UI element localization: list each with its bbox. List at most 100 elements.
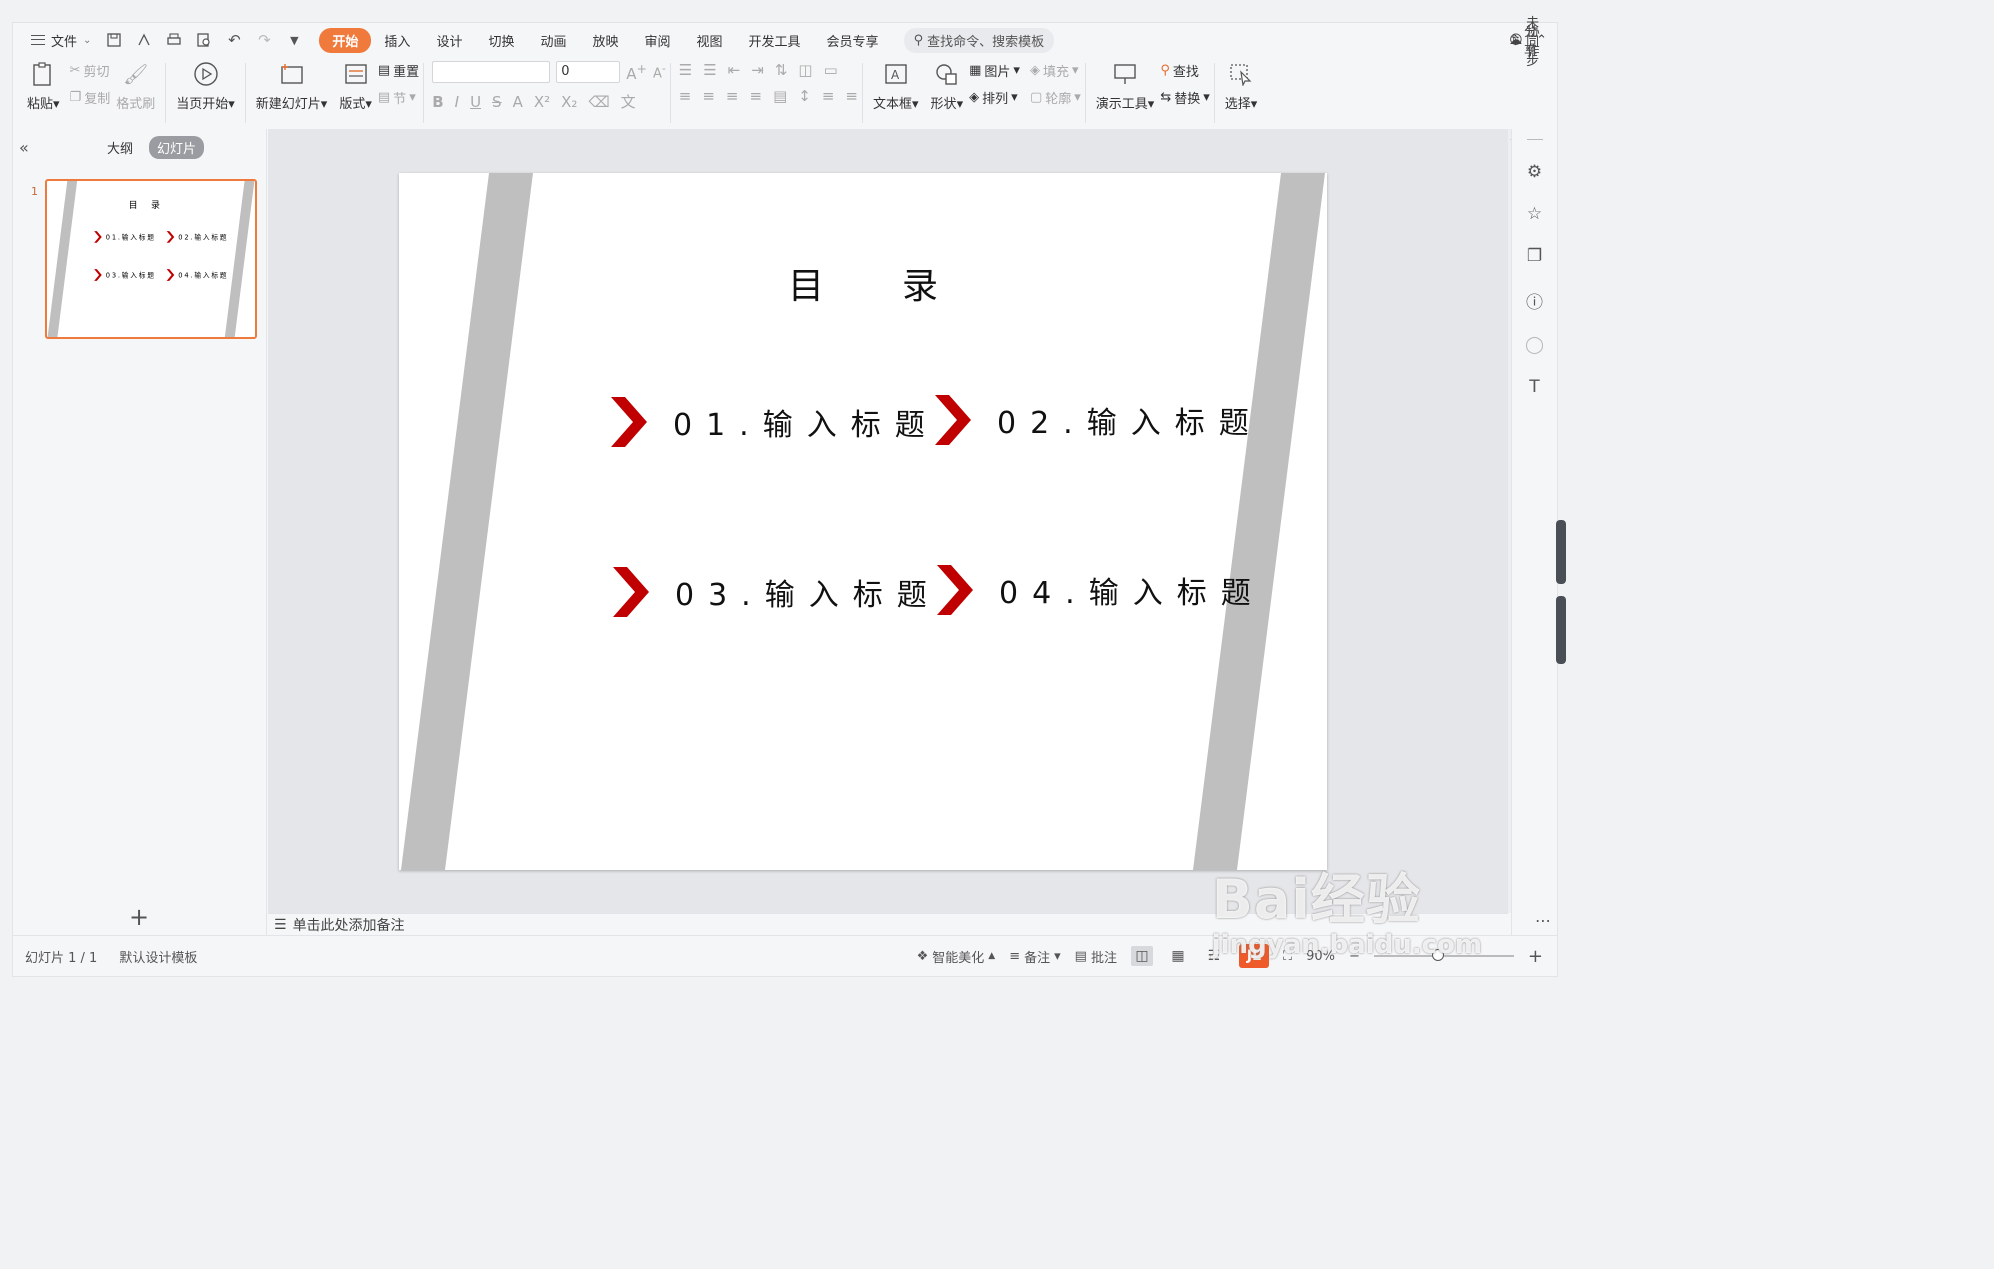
star-icon[interactable]: ☆ xyxy=(1527,204,1542,224)
increase-indent-icon[interactable]: ⇥ xyxy=(751,61,764,79)
bold-icon[interactable]: B xyxy=(432,93,443,111)
toc-item-4[interactable]: 04.输入标题 xyxy=(935,565,1265,615)
toc-item-label: 02.输入标题 xyxy=(997,406,1263,441)
normal-view-icon[interactable]: ◫ xyxy=(1130,946,1153,966)
numbered-list-icon[interactable]: ☰ xyxy=(703,61,716,79)
paste-button[interactable]: 粘贴▾ xyxy=(21,57,66,129)
print-icon[interactable] xyxy=(161,27,187,53)
tab-developer[interactable]: 开发工具 xyxy=(736,28,814,53)
vertical-align-icon[interactable]: ≡ xyxy=(845,87,858,105)
template-name[interactable]: 默认设计模板 xyxy=(119,947,197,966)
tab-member[interactable]: 会员专享 xyxy=(814,28,892,53)
layout-icon xyxy=(341,59,371,89)
tab-slides[interactable]: 幻灯片 xyxy=(149,135,205,159)
collapse-panel-icon[interactable]: « xyxy=(19,138,43,157)
align-center-icon[interactable]: ≡ xyxy=(702,87,715,105)
superscript-icon[interactable]: X² xyxy=(534,93,550,111)
copy-icon: ❐ xyxy=(69,90,82,105)
more-icon[interactable]: ⋯ xyxy=(1535,911,1551,930)
distribute-icon[interactable]: ▤ xyxy=(773,87,787,105)
columns-icon[interactable]: ◫ xyxy=(798,61,812,79)
presenter-tools-button[interactable]: 演示工具▾ xyxy=(1090,57,1161,129)
italic-icon[interactable]: I xyxy=(455,93,459,111)
justify-icon[interactable]: ≡ xyxy=(750,87,763,105)
edge-tab-1[interactable] xyxy=(1556,520,1566,584)
slide-thumbnail[interactable]: 目录 01.输入标题 02.输入标题 03.输入标题 04.输入标题 xyxy=(45,179,257,339)
eraser-icon[interactable]: ⌫ xyxy=(588,93,609,111)
redo-icon[interactable]: ↷ xyxy=(251,27,277,53)
tab-view[interactable]: 视图 xyxy=(684,28,736,53)
customize-toolbar-icon[interactable]: ▼ xyxy=(281,27,307,53)
reset-button[interactable]: ▤ 重置 xyxy=(378,61,419,80)
command-search[interactable]: ⚲ 查找命令、搜索模板 xyxy=(903,27,1055,53)
text-direction-icon[interactable]: ⇅ xyxy=(775,61,788,79)
export-pdf-icon[interactable] xyxy=(131,27,157,53)
toc-item-1[interactable]: 01.输入标题 xyxy=(609,397,939,447)
phonetic-icon[interactable]: 文 xyxy=(621,91,636,112)
slide-switch-icon[interactable]: ❐ xyxy=(1527,246,1542,266)
cut-button[interactable]: ✂ 剪切 xyxy=(70,61,111,80)
edge-tab-2[interactable] xyxy=(1556,596,1566,664)
replace-button[interactable]: ⇆ 替换 ▾ xyxy=(1160,88,1209,107)
comments-button[interactable]: ▤ 批注 xyxy=(1075,947,1117,966)
slide-editor[interactable]: 目录 01.输入标题 02.输入标题 03.输入标题 04.输入标题 xyxy=(399,173,1327,870)
find-button[interactable]: ⚲ 查找 xyxy=(1160,61,1209,80)
slide-title[interactable]: 目录 xyxy=(399,257,1327,309)
notes-toggle-button[interactable]: ≡ 备注 ▾ xyxy=(1009,947,1060,966)
arrange-button[interactable]: ◈ 排列 ▾ xyxy=(969,88,1020,107)
strikethrough-icon[interactable]: S xyxy=(492,93,502,111)
tab-insert[interactable]: 插入 xyxy=(371,28,423,53)
fill-button[interactable]: ◈ 填充 ▾ xyxy=(1030,61,1081,80)
format-painter-button[interactable]: 🖌 格式刷 xyxy=(110,57,161,129)
copy-button[interactable]: ❐ 复制 xyxy=(70,88,111,107)
align-right-icon[interactable]: ≡ xyxy=(726,87,739,105)
picture-button[interactable]: ▦ 图片 ▾ xyxy=(969,61,1020,80)
grid-view-icon[interactable]: ▦ xyxy=(1167,946,1189,966)
tab-slideshow[interactable]: 放映 xyxy=(579,28,631,53)
section-button[interactable]: ▤ 节 ▾ xyxy=(378,88,419,107)
undo-icon[interactable]: ↶ xyxy=(221,27,247,53)
toc-item-3[interactable]: 03.输入标题 xyxy=(611,567,941,617)
layout-button[interactable]: 版式▾ xyxy=(333,57,378,129)
align-left-icon[interactable]: ≡ xyxy=(679,87,692,105)
share-button[interactable]: ⇧ 分享 xyxy=(1509,21,1547,59)
decrease-indent-icon[interactable]: ⇤ xyxy=(728,61,741,79)
help-icon[interactable]: ⓘ xyxy=(1526,288,1543,313)
tab-outline[interactable]: 大纲 xyxy=(99,136,141,159)
tab-design[interactable]: 设计 xyxy=(423,28,475,53)
increase-font-icon[interactable]: A+ xyxy=(626,61,647,83)
toc-item-2[interactable]: 02.输入标题 xyxy=(933,395,1263,445)
zoom-in-button[interactable]: + xyxy=(1528,946,1543,967)
font-size-select[interactable]: 0 xyxy=(556,61,621,83)
print-preview-icon[interactable] xyxy=(191,27,217,53)
select-button[interactable]: 选择▾ xyxy=(1219,57,1264,129)
save-icon[interactable] xyxy=(101,27,127,53)
line-spacing-icon[interactable]: ↕ xyxy=(798,87,811,105)
tab-review[interactable]: 审阅 xyxy=(632,28,684,53)
tab-transition[interactable]: 切换 xyxy=(475,28,527,53)
properties-icon[interactable]: ⚙ xyxy=(1527,162,1542,182)
bullet-list-icon[interactable]: ☰ xyxy=(679,61,692,79)
shape-button[interactable]: 形状▾ xyxy=(925,57,970,129)
paragraph-spacing-icon[interactable]: ≡ xyxy=(822,87,835,105)
file-menu[interactable]: 文件 ⌄ xyxy=(25,27,97,54)
smart-beautify-button[interactable]: ❖ 智能美化 ▲ xyxy=(917,947,996,966)
font-family-select[interactable] xyxy=(432,61,551,83)
from-current-slide-button[interactable]: 当页开始▾ xyxy=(170,57,241,129)
add-slide-button[interactable]: + xyxy=(129,903,149,931)
lightbulb-icon[interactable]: ◯ xyxy=(1525,335,1544,355)
font-color-icon[interactable]: A xyxy=(513,93,523,111)
tab-animation[interactable]: 动画 xyxy=(527,28,579,53)
chevron-right-icon xyxy=(613,567,649,617)
new-slide-button[interactable]: 新建幻灯片▾ xyxy=(250,57,334,129)
outline-button[interactable]: ▢ 轮廓 ▾ xyxy=(1030,88,1081,107)
cube-icon: ❖ xyxy=(916,948,929,964)
text-tool-icon[interactable]: T xyxy=(1529,377,1539,397)
slide-number: 1 xyxy=(31,185,38,198)
text-fit-icon[interactable]: ▭ xyxy=(824,61,838,79)
subscript-icon[interactable]: X₂ xyxy=(561,93,577,111)
tab-home[interactable]: 开始 xyxy=(319,27,372,53)
decrease-font-icon[interactable]: A- xyxy=(653,62,666,81)
underline-icon[interactable]: U xyxy=(470,93,481,111)
text-box-button[interactable]: A 文本框▾ xyxy=(867,57,925,129)
